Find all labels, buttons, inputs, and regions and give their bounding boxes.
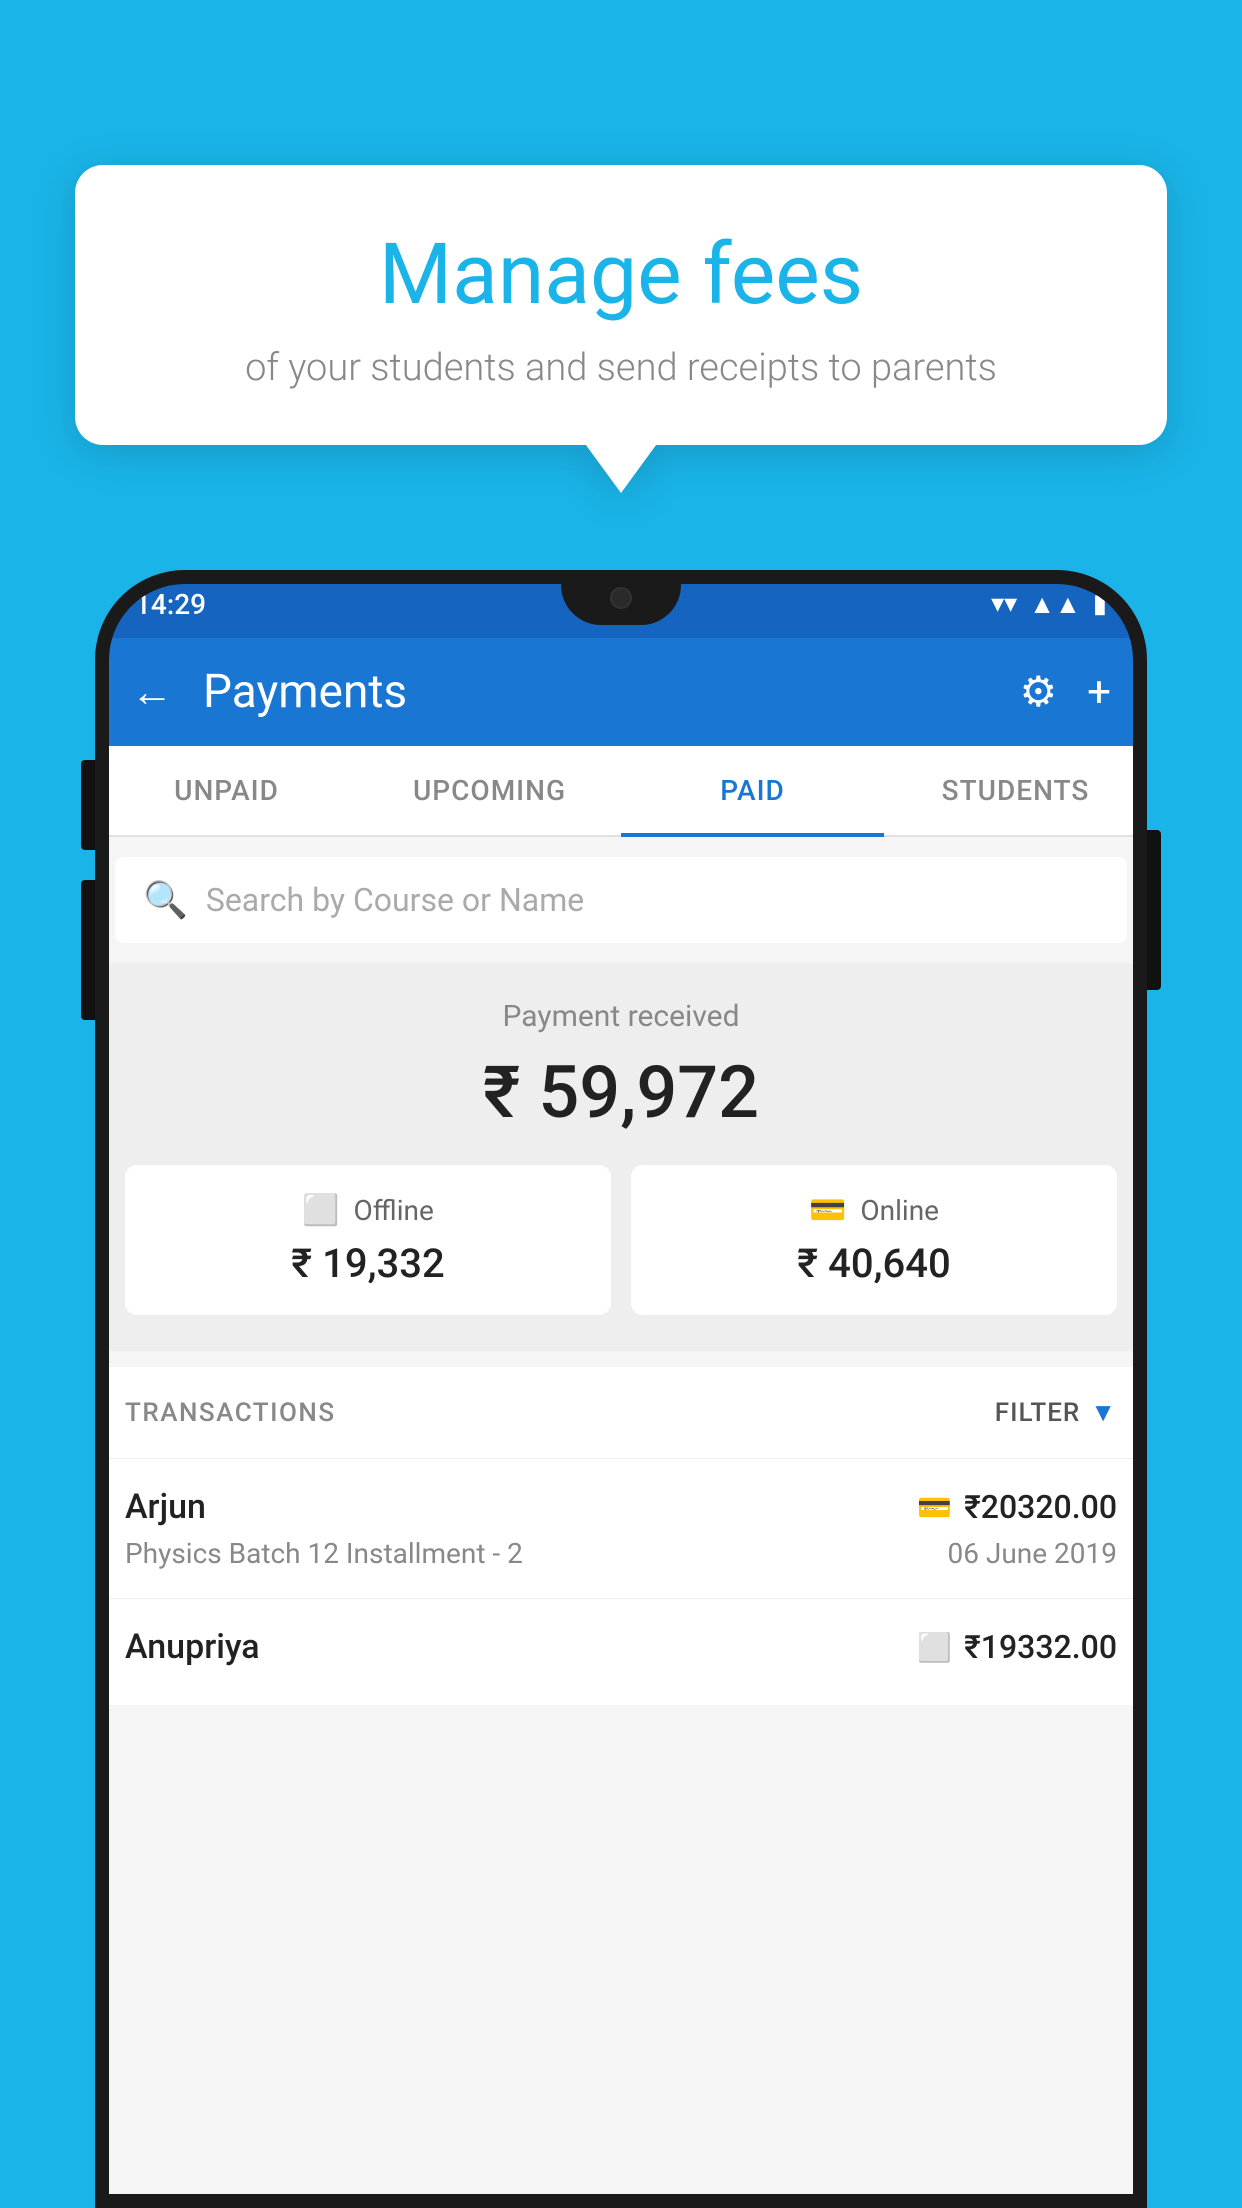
search-icon: 🔍	[143, 879, 188, 921]
phone-mockup: 14:29 ▾▾ ▲▲ ▮ ← Payments ⚙ + UNPAID	[95, 570, 1147, 2208]
filter-button[interactable]: FILTER ▼	[995, 1397, 1117, 1428]
volume-up-button	[81, 880, 95, 1020]
transaction-row-top: Arjun 💳 ₹20320.00	[125, 1487, 1117, 1527]
settings-icon[interactable]: ⚙	[1020, 667, 1058, 717]
page-title: Payments	[203, 665, 990, 719]
offline-card: ⬜ Offline ₹ 19,332	[125, 1165, 611, 1315]
online-card-header: 💳 Online	[651, 1193, 1097, 1228]
filter-label: FILTER	[995, 1398, 1080, 1428]
online-amount: ₹ 40,640	[651, 1240, 1097, 1287]
transaction-amount-row: 💳 ₹20320.00	[917, 1488, 1117, 1526]
screen: 14:29 ▾▾ ▲▲ ▮ ← Payments ⚙ + UNPAID	[95, 570, 1147, 2208]
transaction-date: 06 June 2019	[947, 1537, 1117, 1570]
transaction-name: Anupriya	[125, 1627, 260, 1667]
signal-icon: ▲▲	[1029, 589, 1080, 620]
card-payment-icon: 💳	[917, 1491, 952, 1524]
payment-cards: ⬜ Offline ₹ 19,332 💳 Online ₹ 40,640	[125, 1165, 1117, 1315]
transaction-row-top: Anupriya ⬜ ₹19332.00	[125, 1627, 1117, 1667]
bubble-subtitle: of your students and send receipts to pa…	[125, 346, 1117, 390]
transaction-item[interactable]: Arjun 💳 ₹20320.00 Physics Batch 12 Insta…	[95, 1458, 1147, 1598]
transactions-header: TRANSACTIONS FILTER ▼	[95, 1367, 1147, 1458]
volume-down-button	[81, 760, 95, 850]
content-area: 🔍 Search by Course or Name Payment recei…	[95, 837, 1147, 2208]
offline-payment-icon: ⬜	[917, 1631, 952, 1664]
tabs: UNPAID UPCOMING PAID STUDENTS	[95, 746, 1147, 837]
tab-paid[interactable]: PAID	[621, 746, 884, 835]
transaction-amount-row: ⬜ ₹19332.00	[917, 1628, 1117, 1666]
add-button[interactable]: +	[1087, 668, 1111, 717]
payment-received-section: Payment received ₹ 59,972 ⬜ Offline ₹ 19…	[95, 963, 1147, 1351]
payment-received-label: Payment received	[125, 999, 1117, 1034]
online-label: Online	[860, 1194, 939, 1227]
power-button	[1147, 830, 1161, 990]
tab-students[interactable]: STUDENTS	[884, 746, 1147, 835]
offline-label: Offline	[354, 1194, 434, 1227]
wifi-icon: ▾▾	[991, 589, 1017, 619]
back-button[interactable]: ←	[131, 668, 173, 717]
app-bar: ← Payments ⚙ +	[95, 638, 1147, 746]
tab-unpaid[interactable]: UNPAID	[95, 746, 358, 835]
search-input[interactable]: Search by Course or Name	[206, 881, 584, 919]
transaction-course: Physics Batch 12 Installment - 2	[125, 1537, 523, 1570]
payment-total-amount: ₹ 59,972	[125, 1050, 1117, 1135]
transactions-label: TRANSACTIONS	[125, 1398, 336, 1428]
status-time: 14:29	[135, 588, 206, 621]
offline-amount: ₹ 19,332	[145, 1240, 591, 1287]
status-bar: 14:29 ▾▾ ▲▲ ▮	[95, 570, 1147, 638]
offline-card-header: ⬜ Offline	[145, 1193, 591, 1228]
filter-icon: ▼	[1090, 1397, 1117, 1428]
tab-upcoming[interactable]: UPCOMING	[358, 746, 621, 835]
transaction-name: Arjun	[125, 1487, 206, 1527]
status-icons: ▾▾ ▲▲ ▮	[991, 589, 1107, 620]
search-bar[interactable]: 🔍 Search by Course or Name	[115, 857, 1127, 943]
transaction-item[interactable]: Anupriya ⬜ ₹19332.00	[95, 1598, 1147, 1705]
bubble-title: Manage fees	[125, 225, 1117, 324]
battery-icon: ▮	[1093, 589, 1107, 619]
transaction-amount: ₹20320.00	[964, 1488, 1117, 1526]
app-bar-icons: ⚙ +	[1020, 667, 1112, 717]
online-icon: 💳	[809, 1193, 846, 1228]
online-card: 💳 Online ₹ 40,640	[631, 1165, 1117, 1315]
transaction-row-bottom: Physics Batch 12 Installment - 2 06 June…	[125, 1537, 1117, 1570]
speech-bubble: Manage fees of your students and send re…	[75, 165, 1167, 445]
offline-icon: ⬜	[302, 1193, 339, 1228]
transaction-amount: ₹19332.00	[964, 1628, 1117, 1666]
camera	[610, 587, 632, 609]
notch	[561, 570, 681, 625]
